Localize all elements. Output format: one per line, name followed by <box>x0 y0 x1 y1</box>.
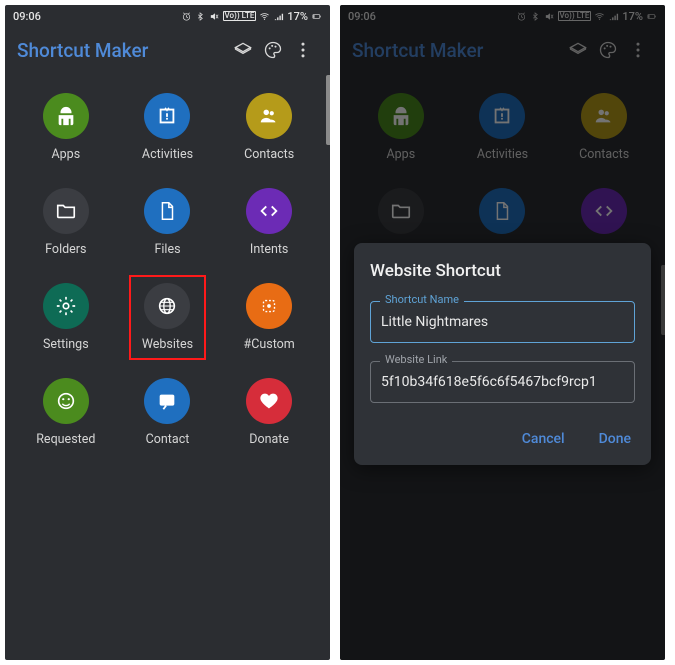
dialog-title: Website Shortcut <box>370 261 635 281</box>
tile-label: Activities <box>477 147 528 162</box>
battery-icon <box>646 11 657 22</box>
website-shortcut-dialog: Website Shortcut Shortcut Name Little Ni… <box>354 243 651 465</box>
tile-label: #Custom <box>244 337 295 352</box>
tile-grid: Apps Activities Contacts Folders Files Intent… <box>5 73 330 467</box>
status-time: 09:06 <box>13 10 41 23</box>
tile-contacts[interactable]: Contacts <box>553 93 655 162</box>
tile-label: Requested <box>36 432 95 447</box>
tile-activities[interactable]: Activities <box>117 93 219 162</box>
shortcut-name-field[interactable]: Shortcut Name Little Nightmares <box>370 301 635 343</box>
scroll-indicator <box>661 265 665 335</box>
mute-icon <box>209 11 220 22</box>
activity-icon <box>144 93 190 139</box>
scroll-indicator <box>326 75 330 145</box>
bluetooth-icon <box>530 11 541 22</box>
mute-icon <box>544 11 555 22</box>
tile-folders[interactable]: Folders <box>15 188 117 257</box>
tile-label: Apps <box>387 147 416 162</box>
battery-pct: 17% <box>622 10 643 23</box>
face-icon <box>43 378 89 424</box>
activity-icon <box>479 93 525 139</box>
tile-apps[interactable]: Apps <box>350 93 452 162</box>
bluetooth-icon <box>195 11 206 22</box>
tile-label: Intents <box>250 242 288 257</box>
cancel-button[interactable]: Cancel <box>518 425 569 453</box>
screenshot-right: 09:06 Vo)) LTE 17% Shortcut Maker Apps Ac… <box>340 5 665 660</box>
alarm-icon <box>516 11 527 22</box>
code-icon <box>581 188 627 234</box>
shortcut-name-input[interactable]: Little Nightmares <box>370 301 635 343</box>
website-link-input[interactable]: 5f10b34f618e5f6c6f5467bcf9rcp1 <box>370 361 635 403</box>
tile-websites[interactable]: Websites <box>117 283 219 352</box>
app-title: Shortcut Maker <box>17 39 228 62</box>
overflow-button[interactable] <box>623 35 653 65</box>
contacts-icon <box>581 93 627 139</box>
globe-icon <box>144 283 190 329</box>
tile-custom[interactable]: #Custom <box>218 283 320 352</box>
tile-files[interactable]: Files <box>117 188 219 257</box>
done-button[interactable]: Done <box>595 425 635 453</box>
status-icons: Vo)) LTE 17% <box>181 10 322 23</box>
tile-label: Contacts <box>579 147 629 162</box>
net-badge: Vo)) LTE <box>223 11 257 21</box>
folder-icon <box>378 188 424 234</box>
widgets-button[interactable] <box>228 35 258 65</box>
folder-icon <box>43 188 89 234</box>
field-label: Shortcut Name <box>380 293 464 306</box>
code-icon <box>246 188 292 234</box>
tile-requested[interactable]: Requested <box>15 378 117 447</box>
status-bar: 09:06 Vo)) LTE 17% <box>5 5 330 27</box>
file-icon <box>479 188 525 234</box>
tile-label: Settings <box>43 337 89 352</box>
tile-label: Files <box>154 242 180 257</box>
tile-label: Donate <box>249 432 289 447</box>
field-label: Website Link <box>380 353 452 366</box>
tile-apps[interactable]: Apps <box>15 93 117 162</box>
theme-button[interactable] <box>258 35 288 65</box>
tile-contacts[interactable]: Contacts <box>218 93 320 162</box>
dialog-actions: Cancel Done <box>370 421 635 453</box>
overflow-button[interactable] <box>288 35 318 65</box>
wifi-icon <box>259 11 270 22</box>
wifi-icon <box>594 11 605 22</box>
tile-label: Websites <box>142 337 193 352</box>
tile-activities[interactable]: Activities <box>452 93 554 162</box>
android-icon <box>378 93 424 139</box>
heart-icon <box>246 378 292 424</box>
status-time: 09:06 <box>348 10 376 23</box>
gear-icon <box>43 283 89 329</box>
tile-label: Apps <box>52 147 81 162</box>
theme-button[interactable] <box>593 35 623 65</box>
tile-label: Activities <box>142 147 193 162</box>
android-icon <box>43 93 89 139</box>
app-bar: Shortcut Maker <box>5 27 330 73</box>
website-link-field[interactable]: Website Link 5f10b34f618e5f6c6f5467bcf9r… <box>370 361 635 403</box>
signal-icon <box>608 11 619 22</box>
tile-label: Contact <box>146 432 190 447</box>
status-icons: Vo)) LTE 17% <box>516 10 657 23</box>
file-icon <box>144 188 190 234</box>
battery-pct: 17% <box>287 10 308 23</box>
tile-contact[interactable]: Contact <box>117 378 219 447</box>
app-title: Shortcut Maker <box>352 39 563 62</box>
alarm-icon <box>181 11 192 22</box>
battery-icon <box>311 11 322 22</box>
net-badge: Vo)) LTE <box>558 11 592 21</box>
tile-donate[interactable]: Donate <box>218 378 320 447</box>
status-bar: 09:06 Vo)) LTE 17% <box>340 5 665 27</box>
tile-label: Contacts <box>244 147 294 162</box>
widgets-button[interactable] <box>563 35 593 65</box>
contacts-icon <box>246 93 292 139</box>
chat-icon <box>144 378 190 424</box>
custom-icon <box>246 283 292 329</box>
tile-label: Folders <box>45 242 86 257</box>
app-bar: Shortcut Maker <box>340 27 665 73</box>
screenshot-left: 09:06 Vo)) LTE 17% Shortcut Maker Apps Ac… <box>5 5 330 660</box>
signal-icon <box>273 11 284 22</box>
tile-settings[interactable]: Settings <box>15 283 117 352</box>
tile-intents[interactable]: Intents <box>218 188 320 257</box>
